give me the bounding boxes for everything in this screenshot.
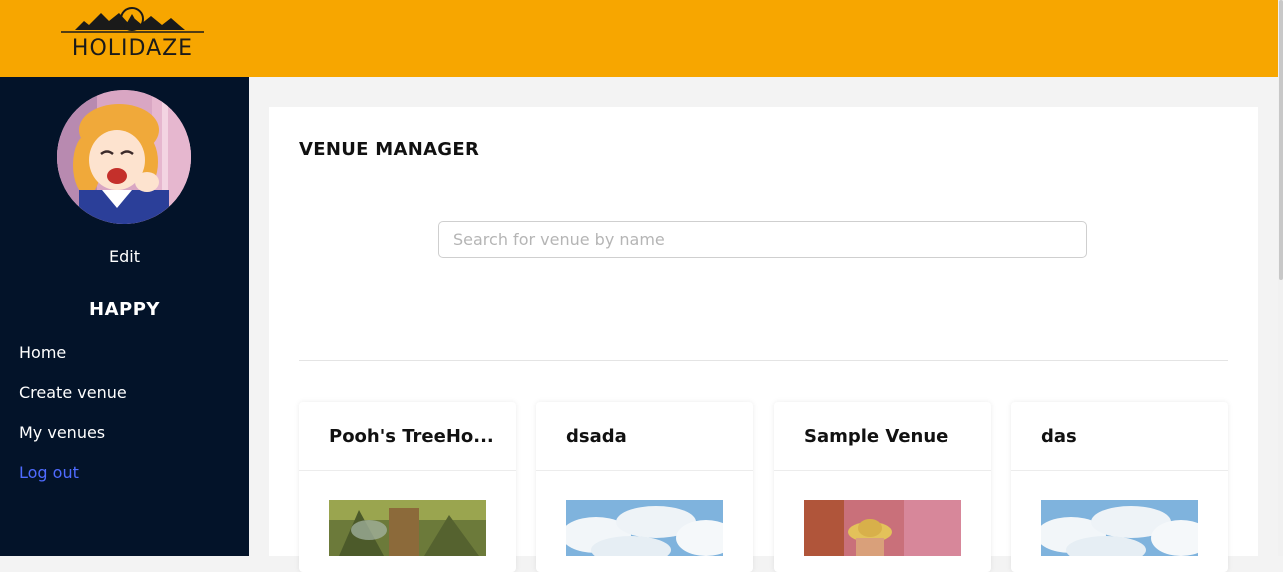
divider — [299, 360, 1228, 361]
card-divider — [536, 470, 753, 471]
venue-search-input[interactable] — [438, 221, 1087, 258]
venue-card-title: Sample Venue — [804, 426, 949, 447]
venue-manager-panel: VENUE MANAGER Pooh's TreeHo... dsada — [269, 107, 1258, 572]
username: HAPPY — [89, 299, 160, 320]
mountains-sun-icon — [61, 7, 204, 33]
venue-card-image — [1041, 500, 1198, 556]
venue-card-title: das — [1041, 426, 1077, 447]
venue-card[interactable]: dsada — [536, 402, 753, 572]
venue-card-title: dsada — [566, 426, 627, 447]
venue-card-image — [566, 500, 723, 556]
card-divider — [774, 470, 991, 471]
venue-card-image — [804, 500, 961, 556]
card-divider — [299, 470, 516, 471]
venue-card[interactable]: Sample Venue — [774, 402, 991, 572]
venue-card[interactable]: das — [1011, 402, 1228, 572]
venue-card-image — [329, 500, 486, 556]
logo-text: HOLIDAZE — [71, 36, 194, 61]
edit-profile-link[interactable]: Edit — [0, 247, 249, 266]
venue-card-title: Pooh's TreeHo... — [329, 426, 494, 447]
avatar — [57, 90, 191, 224]
venue-card[interactable]: Pooh's TreeHo... — [299, 402, 516, 572]
nav-log-out[interactable]: Log out — [19, 463, 79, 482]
nav-my-venues[interactable]: My venues — [19, 423, 105, 442]
top-header: HOLIDAZE — [0, 0, 1278, 77]
sidebar: Edit HAPPY Home Create venue My venues L… — [0, 77, 249, 556]
nav-home[interactable]: Home — [19, 343, 66, 362]
page-title: VENUE MANAGER — [299, 139, 480, 160]
holidaze-logo[interactable]: HOLIDAZE — [61, 6, 204, 62]
scrollbar-thumb[interactable] — [1279, 0, 1283, 280]
nav-create-venue[interactable]: Create venue — [19, 383, 127, 402]
card-divider — [1011, 470, 1228, 471]
